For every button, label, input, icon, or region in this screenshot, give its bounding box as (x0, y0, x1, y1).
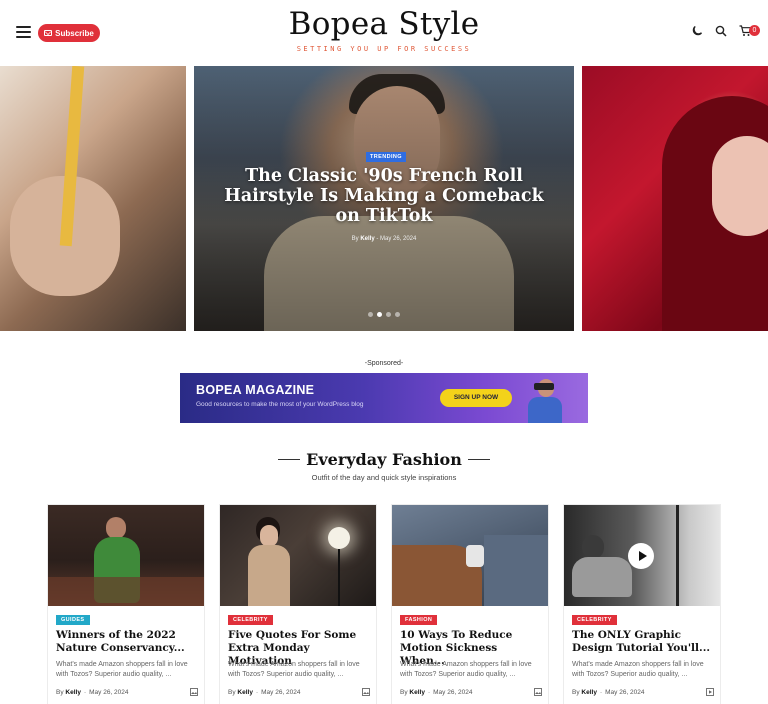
site-logo[interactable]: Bopea Style (0, 6, 768, 42)
hero-category-badge[interactable]: TRENDING (366, 152, 406, 162)
post-by: By (56, 689, 64, 696)
play-video-button[interactable] (628, 543, 654, 569)
slide-next-image[interactable] (582, 66, 768, 331)
post-title[interactable]: Winners of the 2022 Nature Conservancy..… (56, 629, 198, 655)
post-excerpt: What's made Amazon shoppers fall in love… (228, 661, 360, 678)
post-excerpt: What's made Amazon shoppers fall in love… (572, 661, 704, 678)
post-card[interactable]: CELEBRITY Five Quotes For Some Extra Mon… (220, 505, 376, 704)
post-category-badge[interactable]: CELEBRITY (228, 615, 273, 625)
post-author[interactable]: Kelly (581, 689, 597, 696)
post-author[interactable]: Kelly (65, 689, 81, 696)
post-meta: By Kelly - May 26, 2024 (400, 688, 542, 696)
image-format-icon (534, 688, 542, 696)
vr-person-image (520, 377, 570, 423)
post-excerpt: What's made Amazon shoppers fall in love… (400, 661, 532, 678)
post-category-badge[interactable]: CELEBRITY (572, 615, 617, 625)
section-heading: Everyday Fashion (0, 450, 768, 469)
hero-title[interactable]: The Classic '90s French Roll Hairstyle I… (218, 166, 550, 226)
image-format-icon (190, 688, 198, 696)
cart-button[interactable]: 0 (738, 24, 760, 38)
cart-count-badge: 0 (749, 25, 760, 36)
slider-dot-active[interactable] (377, 312, 382, 317)
post-grid: GUIDES Winners of the 2022 Nature Conser… (48, 505, 720, 704)
post-card[interactable]: GUIDES Winners of the 2022 Nature Conser… (48, 505, 204, 704)
heading-rule (467, 459, 490, 460)
post-category-badge[interactable]: FASHION (400, 615, 438, 625)
sponsored-banner[interactable]: BOPEA MAGAZINE Good resources to make th… (180, 373, 588, 423)
post-by: By (228, 689, 236, 696)
slider-dots (194, 312, 574, 317)
post-meta: By Kelly - May 26, 2024 (228, 688, 370, 696)
post-meta: By Kelly - May 26, 2024 (572, 688, 714, 696)
post-title[interactable]: The ONLY Graphic Design Tutorial You'll.… (572, 629, 714, 655)
post-date: May 26, 2024 (89, 689, 129, 696)
post-date: May 26, 2024 (605, 689, 645, 696)
post-thumbnail[interactable] (564, 505, 720, 606)
hero-meta: By Kelly - May 26, 2024 (351, 236, 417, 242)
search-icon[interactable] (714, 24, 728, 38)
slide-prev-image[interactable] (0, 66, 186, 331)
post-by: By (400, 689, 408, 696)
slider-dot[interactable] (395, 312, 400, 317)
hero-slider[interactable]: TRENDING The Classic '90s French Roll Ha… (0, 66, 768, 331)
post-by: By (572, 689, 580, 696)
banner-subtitle: Good resources to make the most of your … (196, 401, 364, 408)
post-thumbnail[interactable] (48, 505, 204, 606)
site-tagline: SETTING YOU UP FOR SUCCESS (296, 45, 472, 53)
hero-author[interactable]: Kelly (360, 236, 374, 242)
sponsored-label: -Sponsored- (364, 360, 404, 367)
post-author[interactable]: Kelly (409, 689, 425, 696)
heading-rule (278, 459, 301, 460)
post-meta: By Kelly - May 26, 2024 (56, 688, 198, 696)
post-card[interactable]: FASHION 10 Ways To Reduce Motion Sicknes… (392, 505, 548, 704)
section-subtitle: Outfit of the day and quick style inspir… (311, 473, 457, 482)
header-actions: 0 (690, 24, 760, 38)
post-date: May 26, 2024 (433, 689, 473, 696)
site-header: Subscribe Bopea Style SETTING YOU UP FOR… (0, 0, 768, 64)
banner-title: BOPEA MAGAZINE (196, 383, 315, 397)
post-thumbnail[interactable] (220, 505, 376, 606)
image-format-icon (362, 688, 370, 696)
post-category-badge[interactable]: GUIDES (56, 615, 90, 625)
post-date: May 26, 2024 (261, 689, 301, 696)
moon-icon[interactable] (690, 24, 704, 38)
slide-current[interactable]: TRENDING The Classic '90s French Roll Ha… (194, 66, 574, 331)
post-excerpt: What's made Amazon shoppers fall in love… (56, 661, 188, 678)
post-card[interactable]: CELEBRITY The ONLY Graphic Design Tutori… (564, 505, 720, 704)
video-format-icon (706, 688, 714, 696)
slider-dot[interactable] (368, 312, 373, 317)
banner-signup-button[interactable]: SIGN UP NOW (440, 389, 512, 407)
slider-dot[interactable] (386, 312, 391, 317)
hero-date: May 26, 2024 (380, 236, 417, 242)
post-thumbnail[interactable] (392, 505, 548, 606)
hero-by: By (351, 236, 359, 242)
section-title: Everyday Fashion (306, 450, 462, 469)
post-author[interactable]: Kelly (237, 689, 253, 696)
